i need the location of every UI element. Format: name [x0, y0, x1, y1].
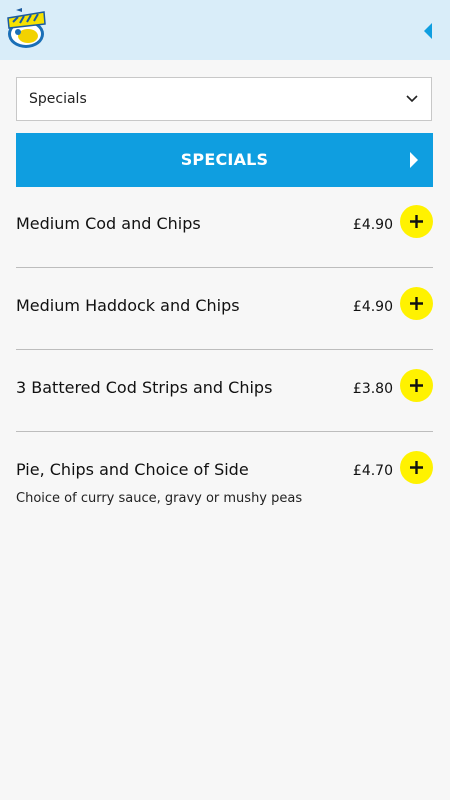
item-description: Choice of curry sauce, gravy or mushy pe…: [16, 491, 303, 506]
plus-icon: [410, 379, 423, 392]
plus-icon: [410, 215, 423, 228]
item-price: £4.90: [352, 217, 393, 233]
category-select-value: Specials: [29, 91, 87, 107]
triangle-left-icon: [424, 23, 432, 39]
add-to-order-button[interactable]: [400, 451, 433, 484]
category-select[interactable]: Specials: [16, 77, 432, 121]
section-title: SPECIALS: [180, 150, 269, 169]
divider: [16, 431, 433, 432]
add-to-order-button[interactable]: [400, 205, 433, 238]
add-to-order-button[interactable]: [400, 369, 433, 402]
item-price: £4.90: [352, 299, 393, 315]
divider: [16, 267, 433, 268]
triangle-right-icon: [410, 152, 418, 168]
plus-icon: [410, 297, 423, 310]
add-to-order-button[interactable]: [400, 287, 433, 320]
item-name: Medium Cod and Chips: [16, 214, 201, 233]
top-bar: [0, 0, 450, 60]
item-name: Medium Haddock and Chips: [16, 296, 240, 315]
chevron-down-icon: [406, 95, 418, 103]
item-price: £3.80: [352, 381, 393, 397]
plus-icon: [410, 461, 423, 474]
back-button[interactable]: [420, 20, 436, 42]
specials-section-header[interactable]: SPECIALS: [16, 133, 433, 187]
item-name: 3 Battered Cod Strips and Chips: [16, 378, 273, 397]
item-price: £4.70: [352, 463, 393, 479]
item-name: Pie, Chips and Choice of Side: [16, 460, 249, 479]
the-chippy-logo[interactable]: [4, 4, 48, 52]
divider: [16, 349, 433, 350]
